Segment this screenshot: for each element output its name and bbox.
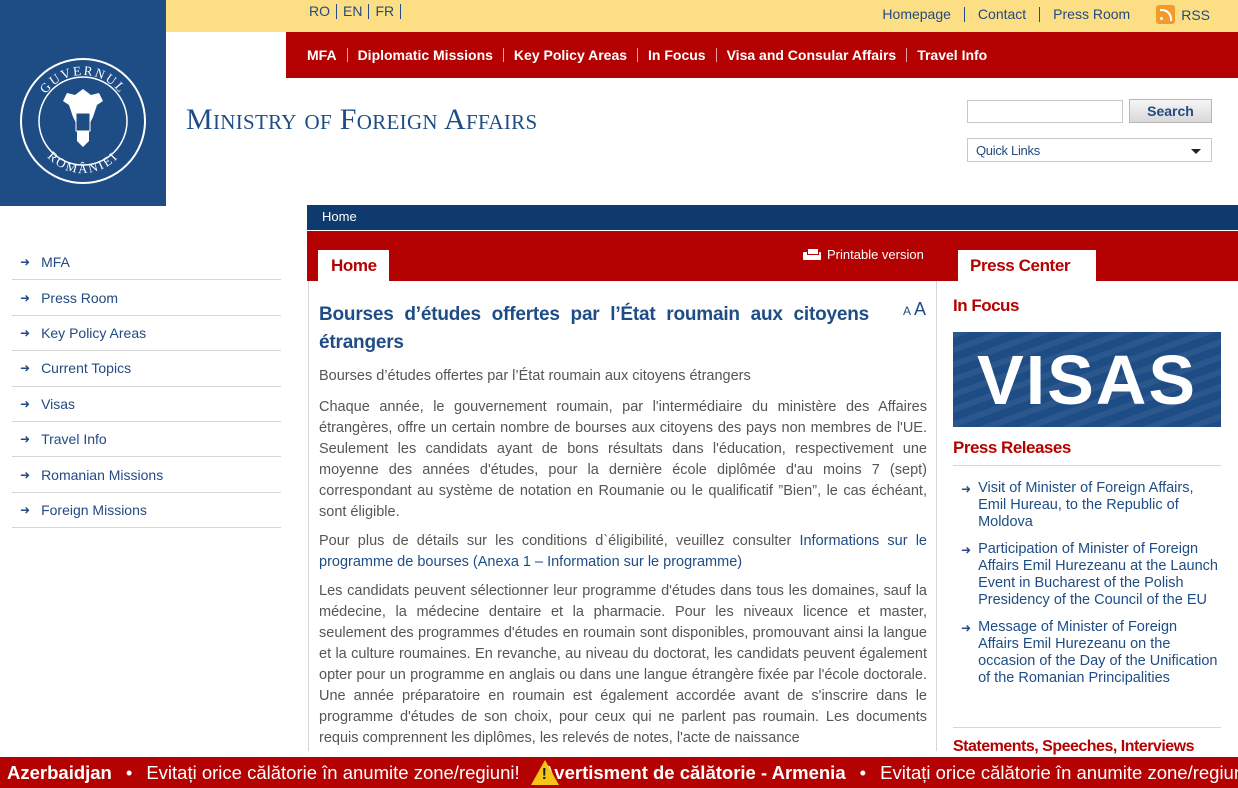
coat-of-arms-icon: GUVERNUL ROMÂNIEI — [20, 58, 146, 184]
arrow-right-icon: ➜ — [20, 290, 31, 305]
rss-icon — [1156, 5, 1176, 24]
arrow-right-icon: ➜ — [20, 396, 31, 411]
lang-ro[interactable]: RO — [309, 4, 337, 19]
arrow-right-icon: ➜ — [20, 467, 31, 482]
sidebar-item-label: Key Policy Areas — [41, 324, 147, 341]
svg-text:ROMÂNIEI: ROMÂNIEI — [45, 148, 121, 176]
tab-row — [307, 231, 1238, 281]
press-release-title: Participation of Minister of Foreign Aff… — [978, 541, 1218, 608]
sidebar-item-key-policy-areas[interactable]: ➜ Key Policy Areas — [12, 316, 281, 352]
arrow-right-icon: ➜ — [20, 325, 31, 340]
press-release-title: Visit of Minister of Foreign Affairs, Em… — [978, 480, 1194, 530]
press-releases-list: ➜ Visit of Minister of Foreign Affairs, E… — [961, 480, 1221, 697]
press-release-item[interactable]: ➜ Visit of Minister of Foreign Affairs, E… — [961, 480, 1221, 531]
sidebar-item-visas[interactable]: ➜ Visas — [12, 387, 281, 422]
sidebar-item-label: MFA — [41, 254, 70, 271]
printable-label: Printable version — [827, 247, 924, 262]
language-switcher: RO EN FR — [309, 4, 402, 19]
ticker-item[interactable]: Avertisment de călătorie - Armenia — [535, 762, 853, 784]
quick-links-select[interactable]: Quick Links — [967, 138, 1212, 162]
visas-banner-text: VISAS — [977, 341, 1198, 419]
sidebar-item-foreign-missions[interactable]: ➜ Foreign Missions — [12, 493, 281, 529]
ticker-item[interactable]: Evitați orice călătorie în anumite zone/… — [139, 762, 526, 784]
in-focus-heading: In Focus — [953, 296, 1019, 315]
nav-travel-info[interactable]: Travel Info — [907, 48, 997, 62]
sidebar-item-label: Current Topics — [41, 360, 132, 377]
ticker-separator: • — [125, 761, 133, 783]
ticker-separator: • — [859, 761, 867, 783]
homepage-link[interactable]: Homepage — [869, 7, 965, 22]
nav-diplomatic-missions[interactable]: Diplomatic Missions — [348, 48, 504, 62]
tab-press-center[interactable]: Press Center — [958, 250, 1096, 281]
tab-home[interactable]: Home — [318, 250, 389, 281]
sidebar-item-label: Press Room — [41, 289, 119, 306]
article-paragraph: Chaque année, le gouvernement roumain, p… — [319, 399, 927, 520]
arrow-right-icon: ➜ — [20, 432, 31, 447]
rss-label: RSS — [1181, 6, 1210, 23]
breadcrumb: Home — [307, 205, 1238, 230]
sidebar-item-label: Foreign Missions — [41, 501, 147, 518]
quick-links-label: Quick Links — [976, 143, 1040, 158]
press-releases-heading: Press Releases — [953, 438, 1071, 457]
sidebar-item-mfa[interactable]: ➜ MFA — [12, 245, 281, 281]
nav-in-focus[interactable]: In Focus — [638, 48, 717, 62]
ticker-item[interactable]: Azerbaidjan — [0, 762, 119, 784]
sidebar-item-romanian-missions[interactable]: ➜ Romanian Missions — [12, 457, 281, 493]
printer-icon — [803, 247, 821, 262]
press-release-item[interactable]: ➜ Participation of Minister of Foreign Af… — [961, 541, 1221, 609]
arrow-right-icon: ➜ — [20, 361, 31, 376]
paragraph-text: Pour plus de détails sur les conditions … — [319, 533, 800, 549]
article-body: Chaque année, le gouvernement roumain, p… — [319, 397, 927, 751]
nav-key-policy-areas[interactable]: Key Policy Areas — [504, 48, 639, 62]
arrow-right-icon: ➜ — [961, 482, 972, 496]
printable-version-link[interactable]: Printable version — [803, 247, 924, 262]
rss-link[interactable]: RSS — [1143, 5, 1210, 24]
press-release-item[interactable]: ➜ Message of Minister of Foreign Affairs … — [961, 619, 1221, 687]
press-release-title: Message of Minister of Foreign Affairs E… — [978, 619, 1218, 686]
article: Bourses d’études offertes par l’État rou… — [308, 281, 937, 751]
contact-link[interactable]: Contact — [965, 7, 1041, 22]
font-increase-button[interactable]: A — [914, 299, 926, 319]
site-title[interactable]: Ministry of Foreign Affairs — [186, 103, 537, 137]
chevron-down-icon — [1191, 149, 1201, 154]
arrow-right-icon: ➜ — [961, 621, 972, 635]
breadcrumb-home[interactable]: Home — [322, 209, 357, 224]
visas-banner[interactable]: VISAS — [953, 332, 1221, 427]
sidebar-item-travel-info[interactable]: ➜ Travel Info — [12, 422, 281, 458]
top-links: Homepage Contact Press Room RSS — [869, 5, 1210, 24]
government-logo[interactable]: GUVERNUL ROMÂNIEI — [0, 0, 166, 206]
sidebar-item-label: Romanian Missions — [41, 466, 164, 483]
sidebar-item-press-room[interactable]: ➜ Press Room — [12, 280, 281, 316]
nav-mfa[interactable]: MFA — [298, 48, 348, 62]
search-input[interactable] — [967, 100, 1123, 123]
sidebar: ➜ MFA ➜ Press Room ➜ Key Policy Areas ➜ Curr… — [12, 245, 281, 529]
arrow-right-icon: ➜ — [20, 255, 31, 270]
press-room-link[interactable]: Press Room — [1040, 7, 1143, 22]
lang-en[interactable]: EN — [343, 4, 370, 19]
sidebar-item-current-topics[interactable]: ➜ Current Topics — [12, 351, 281, 387]
travel-alert-ticker[interactable]: Azerbaidjan • Evitați orice călătorie în… — [0, 755, 1238, 788]
search-button[interactable]: Search — [1129, 99, 1212, 123]
article-title: Bourses d’études offertes par l’État rou… — [319, 304, 869, 353]
sidebar-item-label: Travel Info — [41, 431, 107, 448]
arrow-right-icon: ➜ — [20, 502, 31, 517]
article-paragraph: Les candidats peuvent sélectionner leur … — [319, 583, 927, 746]
ticker-item[interactable]: Evitați orice călătorie în anumite zone/… — [873, 762, 1238, 784]
nav-visa-consular[interactable]: Visa and Consular Affairs — [717, 48, 908, 62]
divider — [953, 465, 1221, 466]
article-subtitle: Bourses d’études offertes par l’État rou… — [319, 368, 751, 384]
font-size-controls: AA — [903, 299, 926, 320]
sidebar-item-label: Visas — [41, 395, 76, 412]
lang-fr[interactable]: FR — [375, 4, 402, 19]
statements-heading: Statements, Speeches, Interviews — [953, 738, 1195, 755]
divider — [953, 727, 1221, 728]
arrow-right-icon: ➜ — [961, 543, 972, 557]
top-bar: RO EN FR Homepage Contact Press Room RSS — [166, 0, 1238, 32]
article-paragraph: Pour plus de détails sur les conditions … — [319, 531, 927, 573]
main-nav: MFA Diplomatic Missions Key Policy Areas… — [286, 32, 1238, 78]
font-decrease-button[interactable]: A — [903, 304, 911, 318]
